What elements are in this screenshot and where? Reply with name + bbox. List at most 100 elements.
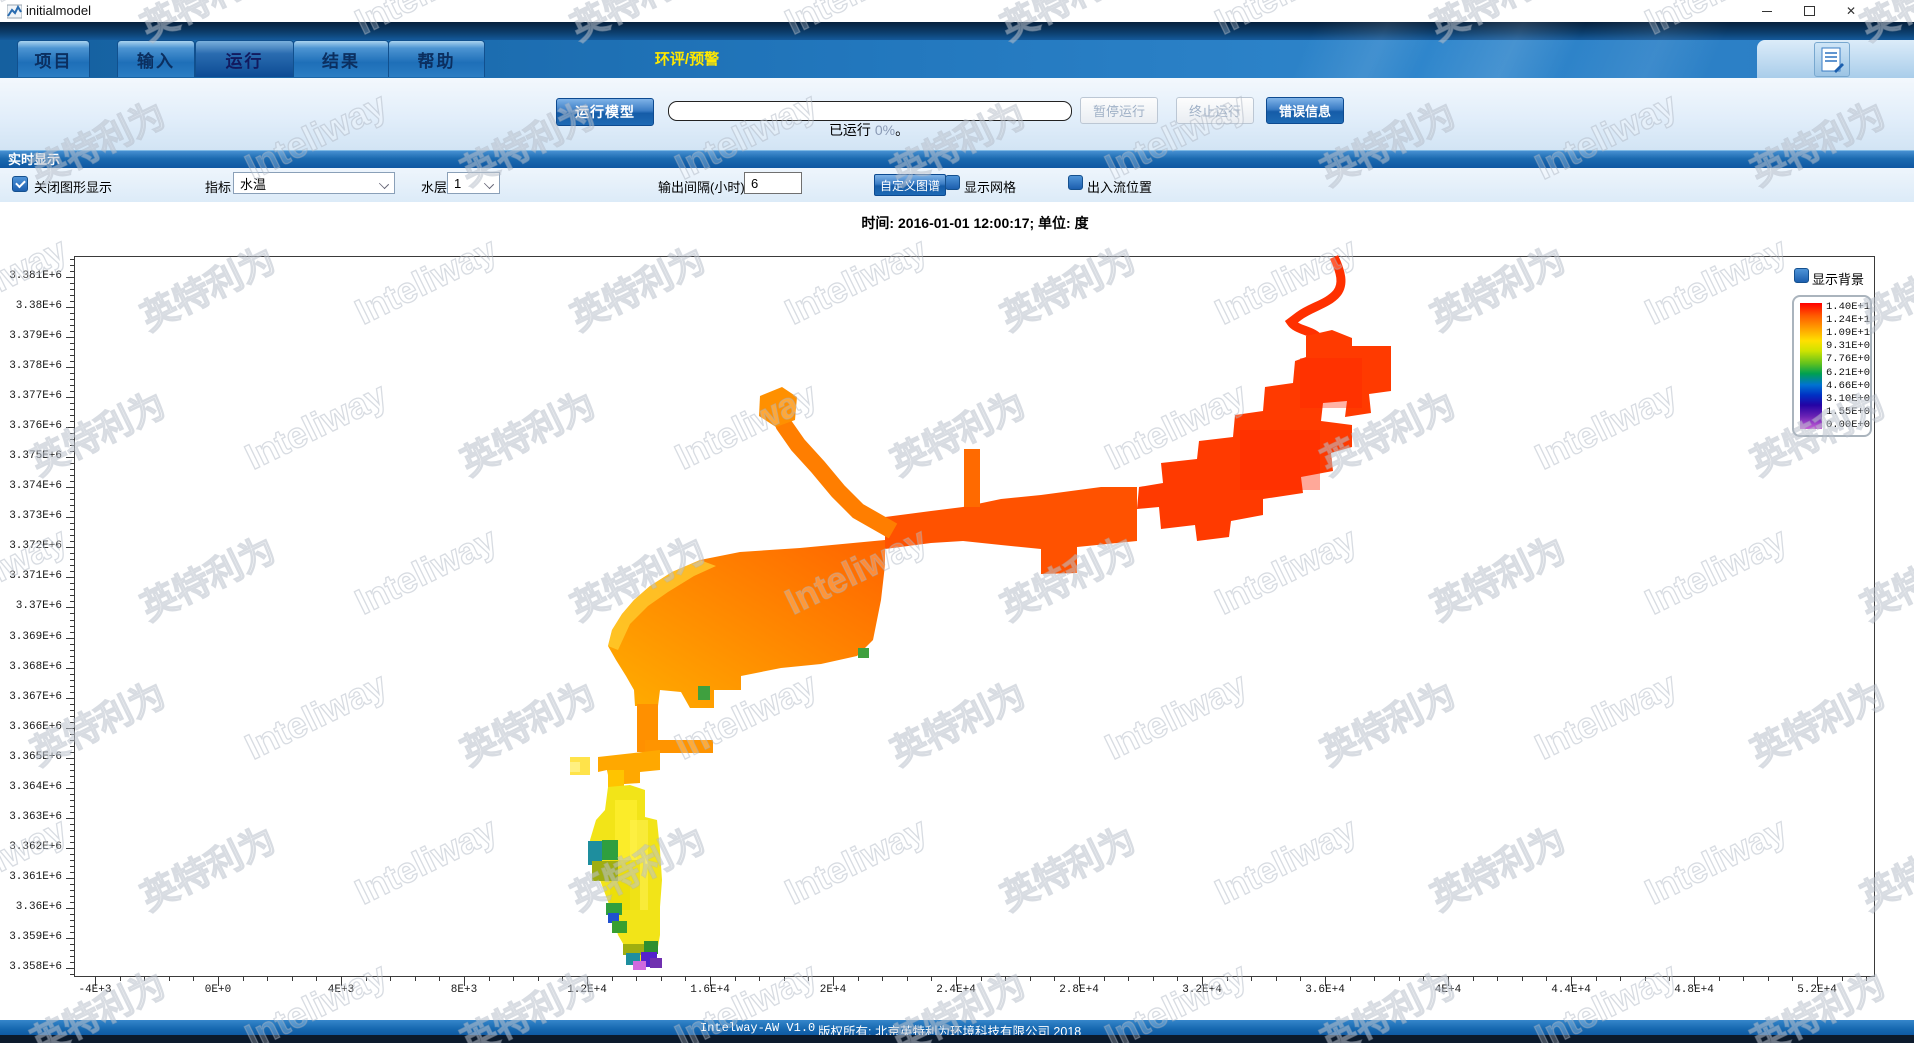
y-minor-tick [70,541,74,542]
x-minor-tick [612,977,613,981]
y-tick-label: 3.362E+6 [0,841,62,853]
y-minor-tick [70,319,74,320]
y-minor-tick [70,271,74,272]
x-minor-tick [1399,977,1400,981]
y-minor-tick [70,475,74,476]
x-tick-label: 4E+4 [1408,984,1488,996]
y-minor-tick [70,866,74,867]
y-minor-tick [70,403,74,404]
y-minor-tick [70,716,74,717]
y-minor-tick [70,553,74,554]
x-minor-tick [489,977,490,981]
y-minor-tick [70,391,74,392]
x-minor-tick [735,977,736,981]
y-major-tick [66,938,74,939]
main-lake [608,540,885,708]
y-tick-label: 3.37E+6 [0,600,62,612]
tab-帮助[interactable]: 帮助 [388,40,485,77]
y-minor-tick [70,523,74,524]
y-minor-tick [70,571,74,572]
y-minor-tick [70,565,74,566]
y-minor-tick [70,680,74,681]
y-tick-label: 3.376E+6 [0,420,62,432]
y-minor-tick [70,583,74,584]
y-tick-label: 3.373E+6 [0,510,62,522]
x-tick-label: 3.2E+4 [1162,984,1242,996]
tab-输入[interactable]: 输入 [117,40,195,77]
y-minor-tick [70,349,74,350]
y-major-tick [66,577,74,578]
x-minor-tick [808,977,809,981]
x-minor-tick [1104,977,1105,981]
y-minor-tick [70,722,74,723]
red-shade [1240,430,1320,490]
y-minor-tick [70,920,74,921]
y-tick-label: 3.372E+6 [0,540,62,552]
x-tick-label: 5.2E+4 [1777,984,1857,996]
x-minor-tick [144,977,145,981]
y-minor-tick [70,956,74,957]
y-minor-tick [70,914,74,915]
green-cell [858,648,869,658]
x-minor-tick [1423,977,1424,981]
x-tick-label: 8E+3 [424,984,504,996]
x-minor-tick [439,977,440,981]
tab-项目[interactable]: 项目 [17,40,90,77]
legend-value: 4.66E+0 [1826,380,1872,392]
y-minor-tick [70,746,74,747]
y-tick-label: 3.366E+6 [0,721,62,733]
x-minor-tick [1473,977,1474,981]
x-minor-tick [1768,977,1769,981]
x-minor-tick [562,977,563,981]
y-minor-tick [70,854,74,855]
x-minor-tick [981,977,982,981]
x-minor-tick [907,977,908,981]
y-major-tick [66,848,74,849]
x-minor-tick [1350,977,1351,981]
y-minor-tick [70,704,74,705]
x-minor-tick [243,977,244,981]
x-minor-tick [169,977,170,981]
branch-head [759,387,797,427]
y-minor-tick [70,812,74,813]
y-minor-tick [70,295,74,296]
green-cell [602,840,618,860]
y-major-tick [66,788,74,789]
y-major-tick [66,547,74,548]
purple-cell [650,958,662,968]
y-major-tick [66,818,74,819]
x-minor-tick [1596,977,1597,981]
x-tick-label: 0E+0 [178,984,258,996]
y-major-tick [66,758,74,759]
legend-value: 7.76E+0 [1826,353,1872,365]
y-tick-label: 3.361E+6 [0,871,62,883]
y-minor-tick [70,439,74,440]
y-minor-tick [70,764,74,765]
y-minor-tick [70,505,74,506]
x-minor-tick [390,977,391,981]
y-minor-tick [70,824,74,825]
y-minor-tick [70,734,74,735]
x-minor-tick [1546,977,1547,981]
tab-运行[interactable]: 运行 [195,40,294,77]
x-tick-label: 1.6E+4 [670,984,750,996]
x-tick-label: 2.4E+4 [916,984,996,996]
y-minor-tick [70,872,74,873]
x-minor-tick [1128,977,1129,981]
y-minor-tick [70,644,74,645]
y-minor-tick [70,800,74,801]
y-minor-tick [70,950,74,951]
y-major-tick [66,728,74,729]
y-minor-tick [70,632,74,633]
y-minor-tick [70,559,74,560]
tab-结果[interactable]: 结果 [293,40,389,77]
orange-channel [885,487,1137,574]
y-major-tick [66,968,74,969]
y-major-tick [66,487,74,488]
y-minor-tick [70,836,74,837]
x-minor-tick [759,977,760,981]
y-major-tick [66,517,74,518]
y-minor-tick [70,932,74,933]
y-minor-tick [70,860,74,861]
x-minor-tick [267,977,268,981]
